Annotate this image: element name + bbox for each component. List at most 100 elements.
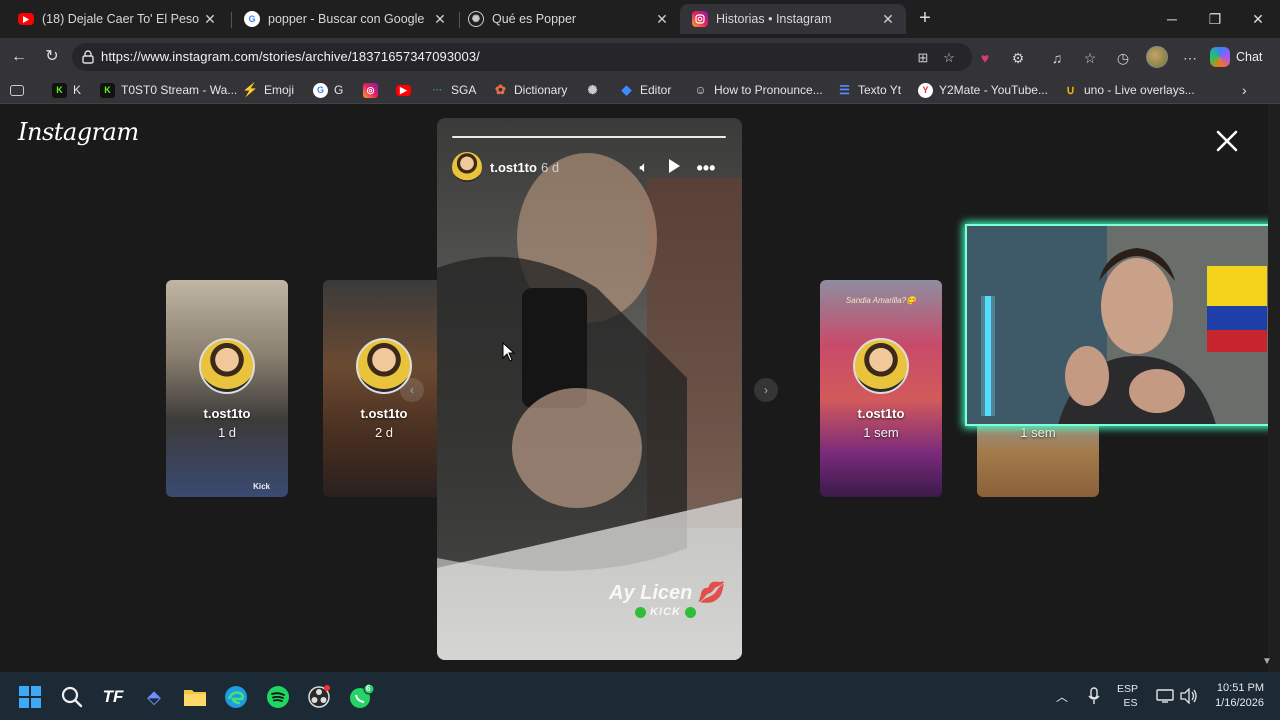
story-kick-sticker: KICK: [635, 606, 697, 618]
site-info-icon[interactable]: [80, 49, 96, 65]
tab-close-icon[interactable]: ✕: [880, 11, 896, 28]
webcam-overlay: [965, 224, 1268, 426]
new-tab-plus-icon[interactable]: +: [914, 7, 936, 29]
bookmark-sga[interactable]: ··· SGA: [430, 81, 477, 99]
kick-icon: K: [100, 82, 115, 98]
bookmark-youtube[interactable]: ▶: [396, 81, 417, 99]
clock[interactable]: 10:51 PM 1/16/2026: [1206, 672, 1264, 720]
minimize-icon[interactable]: ─: [1152, 6, 1192, 32]
tab-title: Historias • Instagram: [716, 12, 832, 26]
copilot-chat-button[interactable]: Chat: [1210, 45, 1262, 69]
tab-youtube[interactable]: (18) Dejale Caer To' El Peso feat. Hamle…: [6, 4, 228, 34]
google-icon: G: [313, 82, 328, 98]
story-username[interactable]: t.ost1to: [490, 160, 537, 175]
bookmarks-bar: KK K T0ST0 Stream - Wa... ⚡ Emoji GG ◎ ▶ ·…: [0, 76, 1280, 104]
app-available-icon[interactable]: ⊞: [914, 49, 932, 67]
whatsapp-icon[interactable]: 6: [348, 684, 374, 710]
profile-avatar[interactable]: [1146, 46, 1168, 68]
back-arrow-icon[interactable]: ←: [6, 45, 32, 69]
obs-icon[interactable]: [306, 684, 332, 710]
play-icon[interactable]: [664, 158, 684, 178]
bookmark-g[interactable]: GG: [313, 81, 343, 99]
instagram-icon: [692, 11, 708, 27]
dev-app-icon[interactable]: ⬘: [141, 684, 167, 710]
network-icon[interactable]: [1156, 672, 1174, 720]
search-icon[interactable]: [59, 684, 85, 710]
story-progress-bar: [452, 136, 726, 138]
tab-close-icon[interactable]: ✕: [432, 11, 448, 28]
window-close-icon[interactable]: ✕: [1238, 6, 1278, 32]
close-stories-icon[interactable]: [1212, 126, 1242, 156]
tab-instagram[interactable]: Historias • Instagram ✕: [680, 4, 906, 34]
thumbnail-username: t.ost1to: [360, 406, 408, 421]
story-thumbnail[interactable]: t.ost1to 1 d Kick: [166, 280, 288, 497]
clock-date: 1/16/2026: [1215, 697, 1264, 709]
bookmark-k[interactable]: KK: [52, 81, 81, 99]
whatsapp-badge: 6: [366, 684, 371, 693]
more-options-icon[interactable]: •••: [696, 158, 716, 178]
kick-icon: K: [52, 82, 67, 98]
clock-time: 10:51 PM: [1216, 682, 1264, 694]
bookmark-y2mate[interactable]: Y Y2Mate - YouTube...: [918, 81, 1048, 99]
overlay-icon: ∪: [1066, 83, 1075, 97]
bookmark-emoji[interactable]: ⚡ Emoji: [242, 81, 294, 99]
tf-app-icon[interactable]: TF: [100, 684, 126, 710]
thumbnail-age: 2 d: [374, 425, 394, 440]
windows-start-icon[interactable]: [17, 684, 43, 710]
previous-story-arrow-icon[interactable]: ‹: [400, 378, 424, 402]
current-story[interactable]: t.ost1to 6 d 🔈︎ ••• Ay Licen 💋 KICK: [437, 118, 742, 660]
edge-browser-icon[interactable]: [223, 684, 249, 710]
browser-toolbar: ← ↻ https://www.instagram.com/stories/ar…: [0, 38, 1280, 76]
extension-m-icon[interactable]: ♥: [974, 47, 996, 69]
bookmark-texto-yt[interactable]: ☰ Texto Yt: [837, 81, 901, 99]
bookmark-editor[interactable]: ◆ Editor: [619, 81, 672, 99]
thumbnail-age: 1 d: [217, 425, 237, 440]
y2mate-icon: Y: [918, 82, 933, 98]
sga-icon: ···: [432, 84, 443, 96]
story-thumbnail[interactable]: Sandia Amarilla?😋 t.ost1to 1 sem: [820, 280, 942, 497]
address-bar[interactable]: https://www.instagram.com/stories/archiv…: [72, 43, 972, 71]
tab-title: (18) Dejale Caer To' El Peso feat. Hamle…: [42, 12, 202, 26]
bookmark-dictionary[interactable]: ✿ Dictionary: [493, 81, 567, 99]
favorite-star-icon[interactable]: ☆: [940, 49, 958, 67]
story-avatar[interactable]: [452, 152, 482, 182]
dictionary-icon: ✿: [495, 82, 506, 97]
instagram-logo[interactable]: Instagram: [18, 118, 139, 146]
history-icon[interactable]: ◷: [1112, 47, 1134, 69]
favorites-icon[interactable]: ☆: [1079, 47, 1101, 69]
tab-chatgpt[interactable]: ✺ Qué es Popper ✕: [456, 4, 680, 34]
more-menu-icon[interactable]: ⋯: [1179, 47, 1201, 69]
volume-icon[interactable]: 🔈︎: [634, 158, 654, 178]
tab-close-icon[interactable]: ✕: [654, 11, 670, 28]
file-explorer-icon[interactable]: [182, 684, 208, 710]
language-code: ESP: [1117, 683, 1139, 695]
bookmark-chatgpt[interactable]: ✺: [585, 81, 606, 99]
tab-google[interactable]: G popper - Buscar con Google ✕: [232, 4, 458, 34]
input-language[interactable]: ESP ES: [1117, 672, 1138, 720]
reload-icon[interactable]: ↻: [39, 45, 65, 69]
volume-tray-icon[interactable]: [1180, 672, 1198, 720]
youtube-icon: ▶: [396, 84, 411, 96]
scroll-down-arrow-icon[interactable]: ▼: [1262, 656, 1272, 667]
restore-icon[interactable]: ❐: [1195, 6, 1235, 32]
tab-actions-icon[interactable]: [10, 81, 24, 99]
media-control-icon[interactable]: ♫: [1046, 47, 1068, 69]
spotify-icon[interactable]: [265, 684, 291, 710]
thumbnail-sticker-text: Sandia Amarilla?😋: [845, 296, 917, 305]
url-text[interactable]: https://www.instagram.com/stories/archiv…: [101, 49, 480, 64]
bookmark-uno-overlays[interactable]: ∪ uno - Live overlays...: [1063, 81, 1195, 99]
emoji-icon: ⚡: [242, 82, 259, 97]
editor-icon: ◆: [621, 82, 632, 97]
bookmark-instagram[interactable]: ◎: [363, 81, 384, 99]
tray-overflow-chevron-icon[interactable]: ︿: [1056, 672, 1068, 720]
tab-close-icon[interactable]: ✕: [202, 11, 218, 28]
next-story-arrow-icon[interactable]: ›: [754, 378, 778, 402]
extensions-puzzle-icon[interactable]: ⚙: [1007, 47, 1029, 69]
microphone-icon[interactable]: [1087, 672, 1101, 720]
bookmark-tosto-stream[interactable]: K T0ST0 Stream - Wa...: [100, 81, 237, 99]
thumbnail-age: 1 sem: [1020, 425, 1056, 440]
page-scrollbar[interactable]: [1268, 104, 1280, 672]
story-age: 6 d: [541, 160, 560, 175]
bookmarks-more-chevron-icon[interactable]: ›: [1242, 81, 1247, 99]
bookmark-how-to-pronounce[interactable]: ☺ How to Pronounce...: [693, 81, 822, 99]
